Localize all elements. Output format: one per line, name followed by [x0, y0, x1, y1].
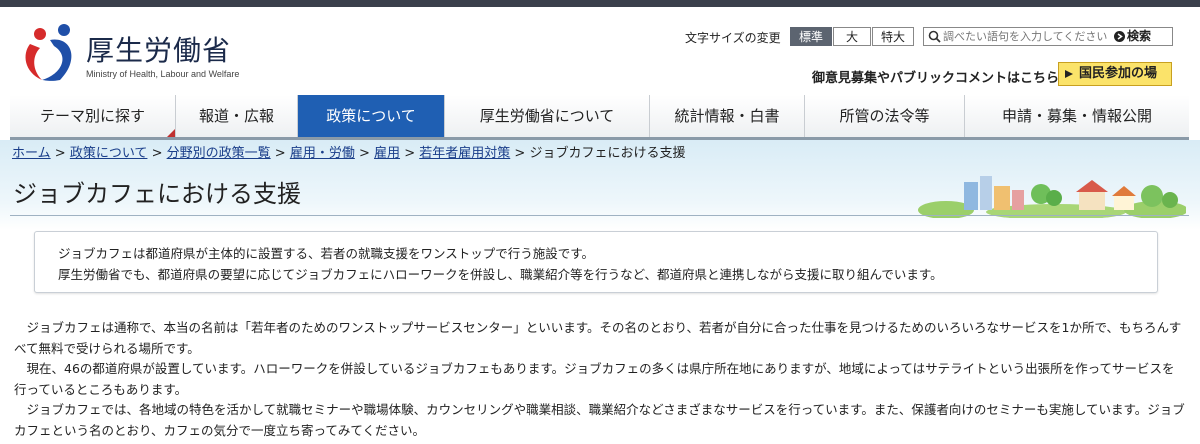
breadcrumb-link-home[interactable]: ホーム	[12, 146, 51, 161]
triangle-right-icon	[1065, 70, 1073, 78]
breadcrumb-link-policy-list[interactable]: 分野別の政策一覧	[167, 146, 271, 161]
nav-item-policy[interactable]: 政策について	[298, 95, 445, 137]
body-paragraph-3: ジョブカフェでは、各地域の特色を活かして就職セミナーや職場体験、カウンセリングや…	[14, 402, 1185, 438]
public-comment-link[interactable]: 御意見募集やパブリックコメントはこちら	[812, 67, 1059, 86]
intro-line-2: 厚生労働省でも、都道府県の要望に応じてジョブカフェにハローワークを併設し、職業紹…	[58, 267, 943, 282]
font-size-label: 文字サイズの変更	[685, 31, 781, 45]
intro-box: ジョブカフェは都道府県が主体的に設置する、若者の就職支援をワンストップで行う施設…	[34, 231, 1158, 293]
participate-label: 国民参加の場	[1079, 66, 1158, 81]
participate-button[interactable]: 国民参加の場	[1058, 62, 1172, 86]
breadcrumb-link-youth-employment[interactable]: 若年者雇用対策	[419, 146, 510, 161]
arrow-right-icon	[1114, 31, 1125, 42]
breadcrumb-link-employment[interactable]: 雇用	[374, 146, 400, 161]
font-size-standard-button[interactable]: 標準	[790, 27, 832, 46]
breadcrumb-separator: >	[151, 146, 163, 161]
nav-item-press[interactable]: 報道・広報	[176, 95, 298, 137]
nav-item-themes[interactable]: テーマ別に探す	[10, 95, 176, 137]
breadcrumb-separator: >	[274, 146, 286, 161]
breadcrumb: ホーム > 政策について > 分野別の政策一覧 > 雇用・労働 > 雇用 > 若…	[12, 142, 685, 161]
search-input[interactable]	[943, 29, 1113, 44]
site-name[interactable]: 厚生労働省	[86, 29, 231, 69]
mhlw-logo-icon[interactable]	[20, 22, 82, 84]
breadcrumb-separator: >	[514, 146, 526, 161]
breadcrumb-link-policy[interactable]: 政策について	[70, 146, 148, 161]
body-paragraph-1: ジョブカフェは通称で、本当の名前は「若年者のためのワンストップサービスセンター」…	[14, 320, 1182, 356]
nav-item-label: テーマ別に探す	[39, 107, 145, 125]
font-size-large-button[interactable]: 大	[833, 27, 871, 46]
global-nav: テーマ別に探す 報道・広報 政策について 厚生労働省について 統計情報・白書 所…	[10, 95, 1189, 140]
site-subtitle: Ministry of Health, Labour and Welfare	[86, 69, 240, 79]
top-bar	[0, 0, 1200, 7]
nav-item-applications[interactable]: 申請・募集・情報公開	[965, 95, 1189, 137]
town-illustration-icon	[918, 176, 1186, 218]
title-divider	[10, 215, 1189, 216]
corner-triangle-icon	[167, 129, 175, 137]
font-size-extra-large-button[interactable]: 特大	[872, 27, 914, 46]
body-paragraph-2: 現在、46の都道府県が設置しています。ハローワークを併設しているジョブカフェもあ…	[14, 361, 1175, 397]
page-title: ジョブカフェにおける支援	[13, 180, 301, 208]
site-header: 厚生労働省 Ministry of Health, Labour and Wel…	[0, 7, 1200, 95]
search-button[interactable]: 検索	[1127, 28, 1151, 45]
breadcrumb-separator: >	[404, 146, 416, 161]
breadcrumb-separator: >	[358, 146, 370, 161]
intro-line-1: ジョブカフェは都道府県が主体的に設置する、若者の就職支援をワンストップで行う施設…	[58, 246, 595, 261]
nav-item-statistics[interactable]: 統計情報・白書	[650, 95, 805, 137]
breadcrumb-link-employment-labour[interactable]: 雇用・労働	[290, 146, 355, 161]
breadcrumb-separator: >	[54, 146, 66, 161]
nav-item-about[interactable]: 厚生労働省について	[445, 95, 650, 137]
search-icon	[928, 30, 941, 43]
breadcrumb-current: ジョブカフェにおける支援	[529, 146, 686, 161]
body-content: ジョブカフェは通称で、本当の名前は「若年者のためのワンストップサービスセンター」…	[14, 318, 1186, 441]
nav-item-laws[interactable]: 所管の法令等	[805, 95, 965, 137]
search-box: 検索	[923, 27, 1173, 46]
